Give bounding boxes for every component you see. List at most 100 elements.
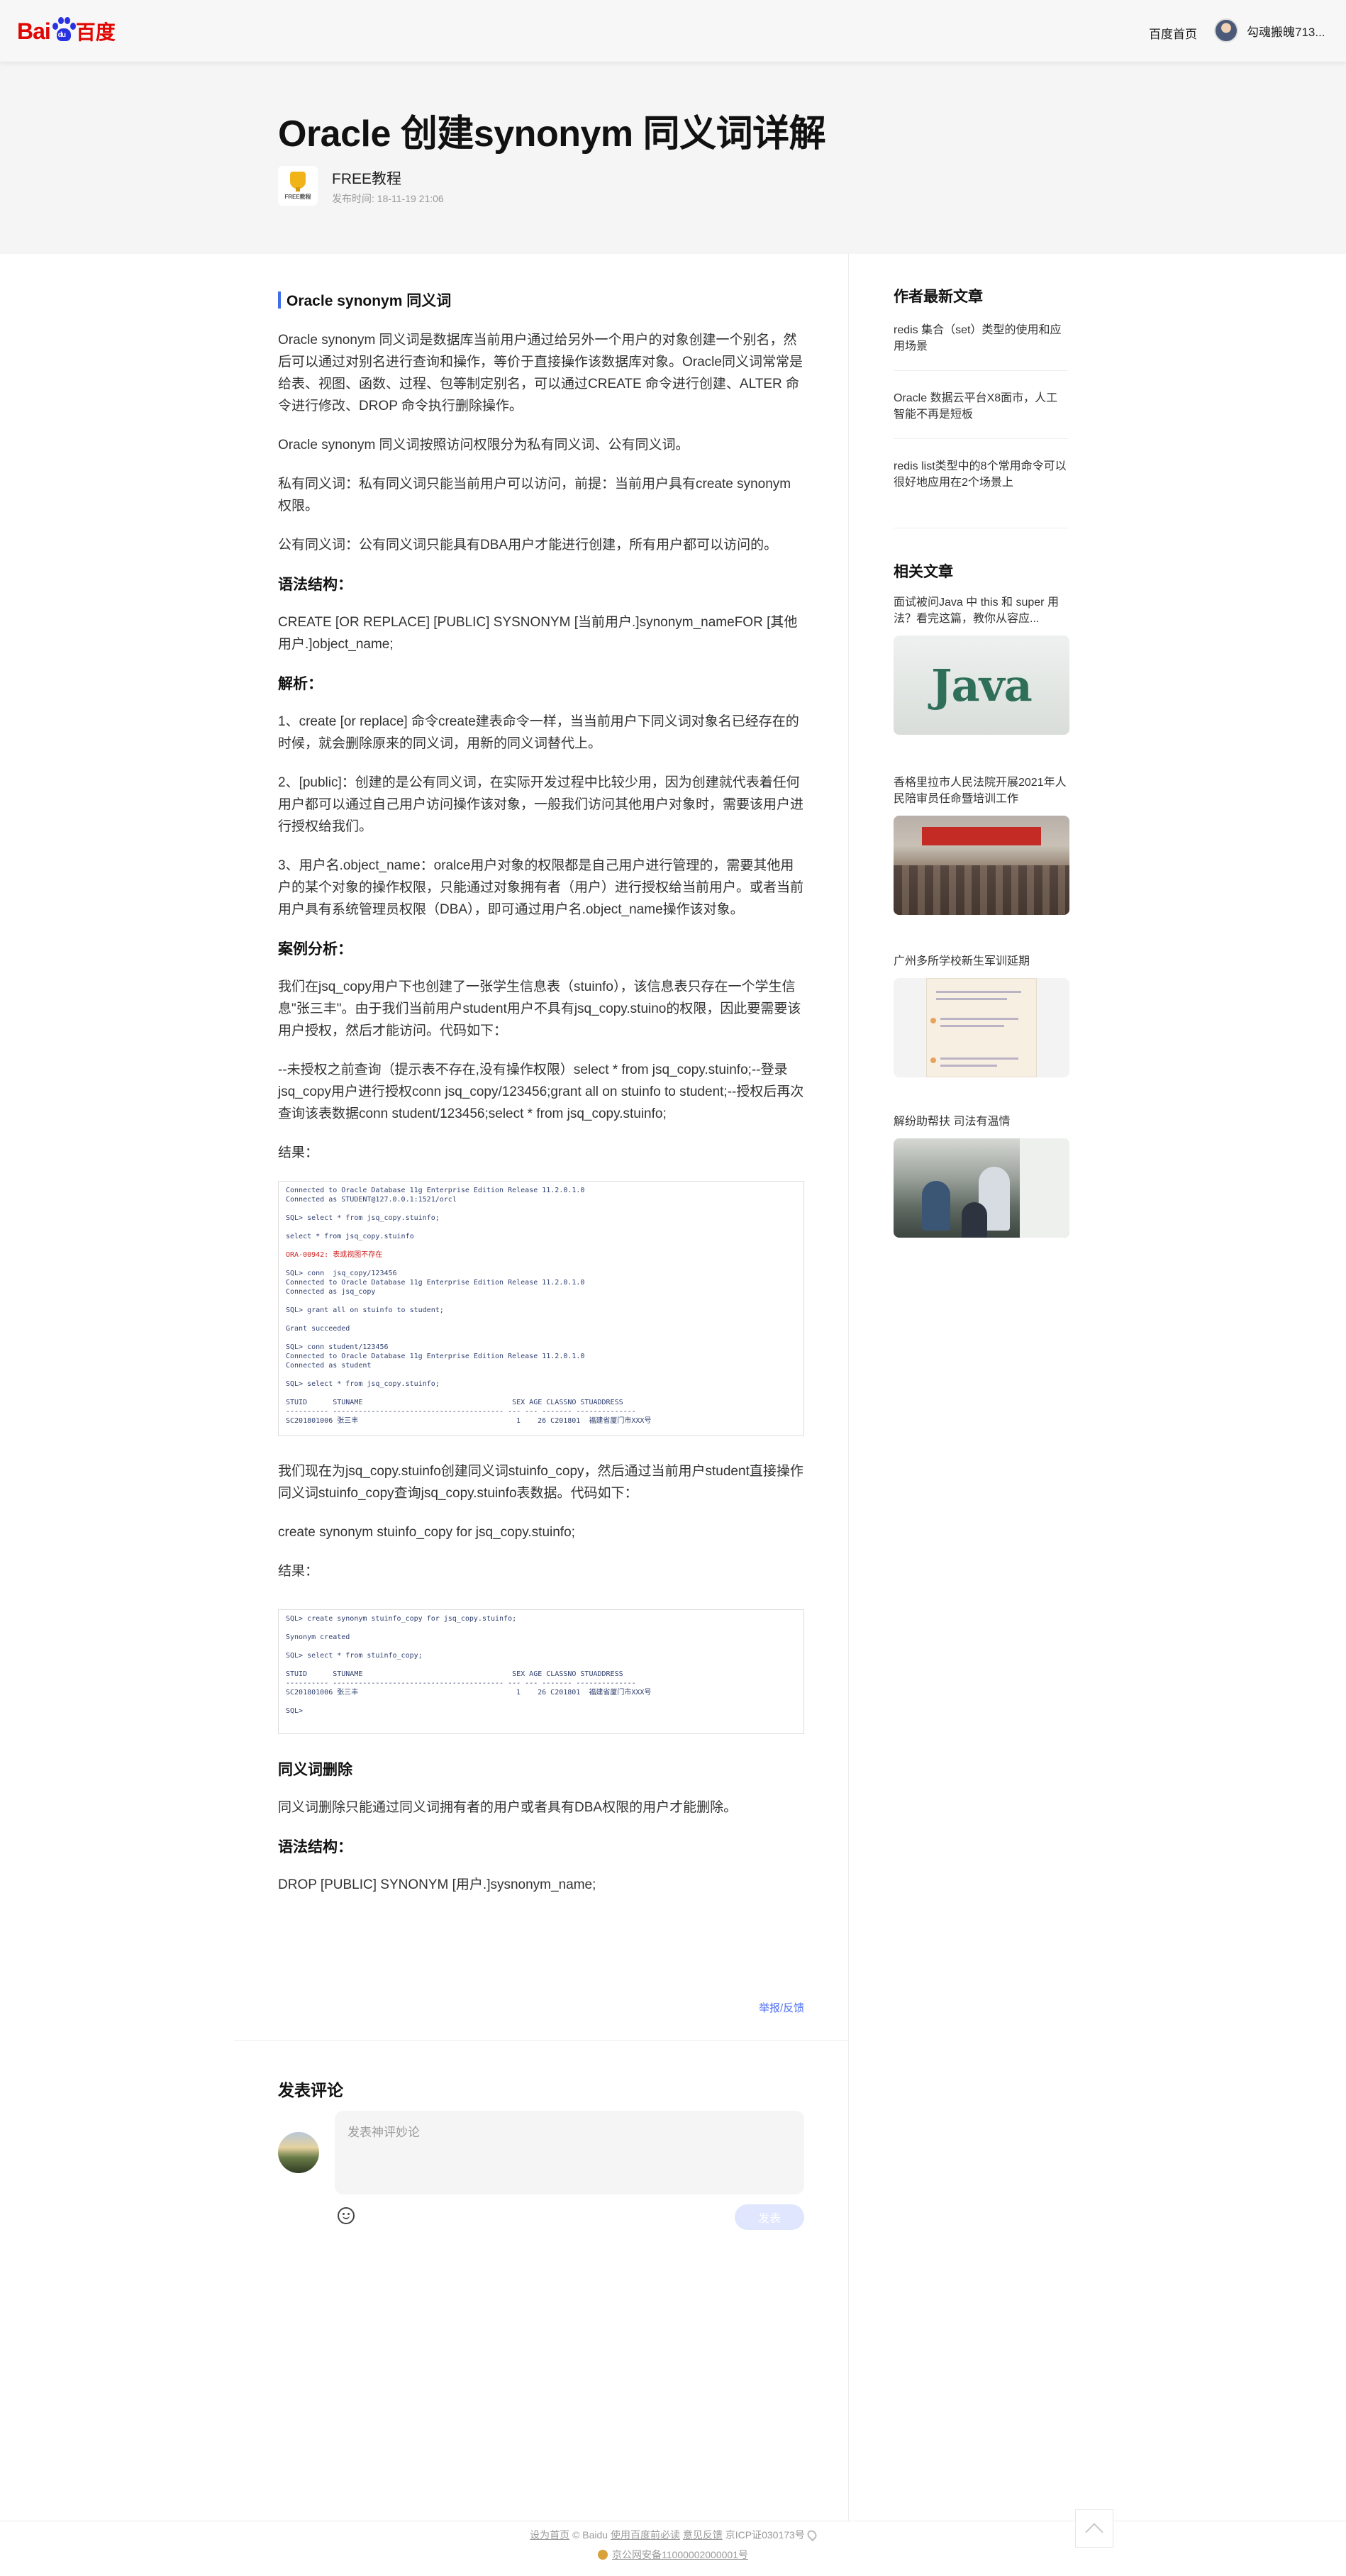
paragraph: CREATE [OR REPLACE] [PUBLIC] SYSNONYM [当… <box>278 615 798 652</box>
paragraph: 同义词删除只能通过同义词拥有者的用户或者具有DBA权限的用户才能删除。 <box>278 1800 738 1815</box>
terminal-line: Connected as student <box>286 1362 372 1370</box>
paragraph: DROP [PUBLIC] SYNONYM [用户.]sysnonym_name… <box>278 1877 596 1892</box>
terminal-line: ---------- -----------------------------… <box>286 1680 636 1687</box>
terminal-line: ORA-00942: 表或视图不存在 <box>286 1251 383 1259</box>
article-thumbnail: Java <box>894 635 1069 735</box>
paragraph: Oracle synonym 同义词是数据库当前用户通过给另外一个用户的对象创建… <box>278 333 803 413</box>
related-article-card[interactable]: 解纷助帮扶 司法有温情 <box>894 1114 1069 1238</box>
latest-article-link[interactable]: redis 集合（set）类型的使用和应用场景 <box>894 322 1068 355</box>
author-avatar[interactable]: FREE教程 <box>278 166 318 206</box>
paragraph: 私有同义词：私有同义词只能当前用户可以访问，前提：当前用户具有create sy… <box>278 477 791 513</box>
feedback-link[interactable]: 意见反馈 <box>683 2529 723 2541</box>
divider <box>894 438 1068 439</box>
publish-time: 发布时间: 18-11-19 21:06 <box>332 193 444 204</box>
author-name[interactable]: FREE教程 <box>332 167 401 189</box>
article-header <box>0 62 1346 254</box>
article-thumbnail <box>894 1138 1069 1238</box>
related-article-title: 广州多所学校新生军训延期 <box>894 955 1030 967</box>
related-article-card[interactable]: 香格里拉市人民法院开展2021年人民陪审员任命暨培训工作 <box>894 775 1069 915</box>
sql-output-screenshot: Connected to Oracle Database 11g Enterpr… <box>278 1181 804 1436</box>
paragraph: 我们现在为jsq_copy.stuinfo创建同义词stuinfo_copy，然… <box>278 1464 803 1501</box>
paragraph: 公有同义词：公有同义词只能具有DBA用户才能进行创建，所有用户都可以访问的。 <box>278 538 778 553</box>
related-article-title: 香格里拉市人民法院开展2021年人民陪审员任命暨培训工作 <box>894 777 1067 805</box>
author-logo-text: FREE教程 <box>284 193 311 200</box>
section-heading: Oracle synonym 同义词 <box>278 289 804 311</box>
police-badge-icon <box>598 2550 608 2560</box>
content-divider <box>234 2040 848 2041</box>
terminal-line: Connected to Oracle Database 11g Enterpr… <box>286 1187 585 1194</box>
page-title: Oracle 创建synonym 同义词详解 <box>278 113 826 155</box>
emoji-icon[interactable] <box>338 2207 355 2224</box>
subheading-analysis: 解析： <box>278 676 323 692</box>
logo-text-du: du <box>57 31 66 39</box>
terminal-line: select * from jsq_copy.stuinfo <box>286 1233 414 1240</box>
divider <box>894 370 1068 371</box>
terminal-line: Connected to Oracle Database 11g Enterpr… <box>286 1279 585 1287</box>
terminal-line: STUID STUNAME SEX AGE CLASSNO STUADDRESS <box>286 1670 623 1678</box>
subheading-syntax: 语法结构： <box>278 577 352 593</box>
sql-output-screenshot: SQL> create synonym stuinfo_copy for jsq… <box>278 1609 804 1734</box>
section-heading-text: Oracle synonym 同义词 <box>287 293 452 309</box>
paragraph: 3、用户名.object_name：oralce用户对象的权限都是自己用户进行管… <box>278 858 804 917</box>
related-articles-title: 相关文章 <box>894 564 953 580</box>
related-article-card[interactable]: 广州多所学校新生军训延期 <box>894 953 1069 1077</box>
terminal-line: Connected to Oracle Database 11g Enterpr… <box>286 1353 585 1360</box>
police-record-link[interactable]: 京公网安备11000002000001号 <box>612 2549 748 2560</box>
terminal-line: STUID STUNAME SEX AGE CLASSNO STUADDRESS <box>286 1399 623 1406</box>
subheading-delete: 同义词删除 <box>278 1762 352 1778</box>
baidu-logo[interactable]: Bai du 百度 <box>17 14 116 48</box>
heading-accent-bar <box>278 292 281 309</box>
paragraph: 我们在jsq_copy用户下也创建了一张学生信息表（stuinfo），该信息表只… <box>278 979 801 1038</box>
latest-article-link[interactable]: Oracle 数据云平台X8面市，人工智能不再是短板 <box>894 390 1068 423</box>
back-to-top-button[interactable] <box>1075 2509 1113 2548</box>
latest-article-link[interactable]: redis list类型中的8个常用命令可以很好地应用在2个场景上 <box>894 458 1068 491</box>
nav-baidu-home[interactable]: 百度首页 <box>1149 24 1197 42</box>
logo-text-bai: Bai <box>17 18 51 44</box>
terminal-line: SQL> select * from jsq_copy.stuinfo; <box>286 1214 440 1222</box>
result-label: 结果： <box>278 1564 319 1579</box>
avatar <box>1214 18 1238 43</box>
terminal-line: SQL> conn student/123456 <box>286 1343 389 1351</box>
terminal-line: Synonym created <box>286 1633 350 1641</box>
top-bar: Bai du 百度 百度首页 勾魂搬魄713... <box>0 0 1346 62</box>
trophy-icon <box>290 171 306 191</box>
terminal-line: SC201801006 张三丰 1 26 C201801 福建省厦门市XXX号 <box>286 1689 652 1697</box>
terminal-line: Connected as STUDENT@127.0.0.1:1521/orcl <box>286 1196 457 1204</box>
set-homepage-link[interactable]: 设为首页 <box>530 2529 569 2541</box>
paragraph: --未授权之前查询（提示表不存在,没有操作权限）select * from js… <box>278 1062 804 1121</box>
user-menu[interactable]: 勾魂搬魄713... <box>1214 18 1325 43</box>
paragraph: 1、create [or replace] 命令create建表命令一样，当当前… <box>278 714 799 751</box>
article-thumbnail <box>894 816 1069 915</box>
comment-title: 发表评论 <box>278 2081 343 2099</box>
copyright: © Baidu <box>572 2529 608 2541</box>
terminal-line: SQL> create synonym stuinfo_copy for jsq… <box>286 1615 517 1623</box>
paragraph: create synonym stuinfo_copy for jsq_copy… <box>278 1525 575 1540</box>
logo-text-cn: 百度 <box>75 21 116 44</box>
terminal-line: SQL> <box>286 1435 796 1436</box>
related-article-card[interactable]: 面试被问Java 中 this 和 super 用法？看完这篇，教你从容应...… <box>894 594 1069 735</box>
paragraph: Oracle synonym 同义词按照访问权限分为私有同义词、公有同义词。 <box>278 438 689 453</box>
chevron-up-icon <box>1085 2523 1103 2541</box>
result-label: 结果： <box>278 1145 319 1160</box>
related-article-title: 面试被问Java 中 this 和 super 用法？看完这篇，教你从容应... <box>894 596 1059 625</box>
article-body: Oracle synonym 同义词 Oracle synonym 同义词是数据… <box>278 278 804 1913</box>
terminal-line: SQL> select * from stuinfo_copy; <box>286 1652 423 1660</box>
subheading-case: 案例分析： <box>278 941 352 957</box>
footer-links: 设为首页 © Baidu 使用百度前必读 意见反馈 京ICP证030173号 <box>0 2528 1346 2542</box>
report-feedback-link[interactable]: 举报/反馈 <box>759 2000 804 2015</box>
comment-input[interactable] <box>335 2111 804 2194</box>
latest-articles-title: 作者最新文章 <box>894 289 983 305</box>
agreement-link[interactable]: 使用百度前必读 <box>611 2529 680 2541</box>
related-article-title: 解纷助帮扶 司法有温情 <box>894 1116 1011 1128</box>
send-comment-button[interactable]: 发表 <box>735 2204 804 2230</box>
article-thumbnail <box>894 978 1069 1077</box>
